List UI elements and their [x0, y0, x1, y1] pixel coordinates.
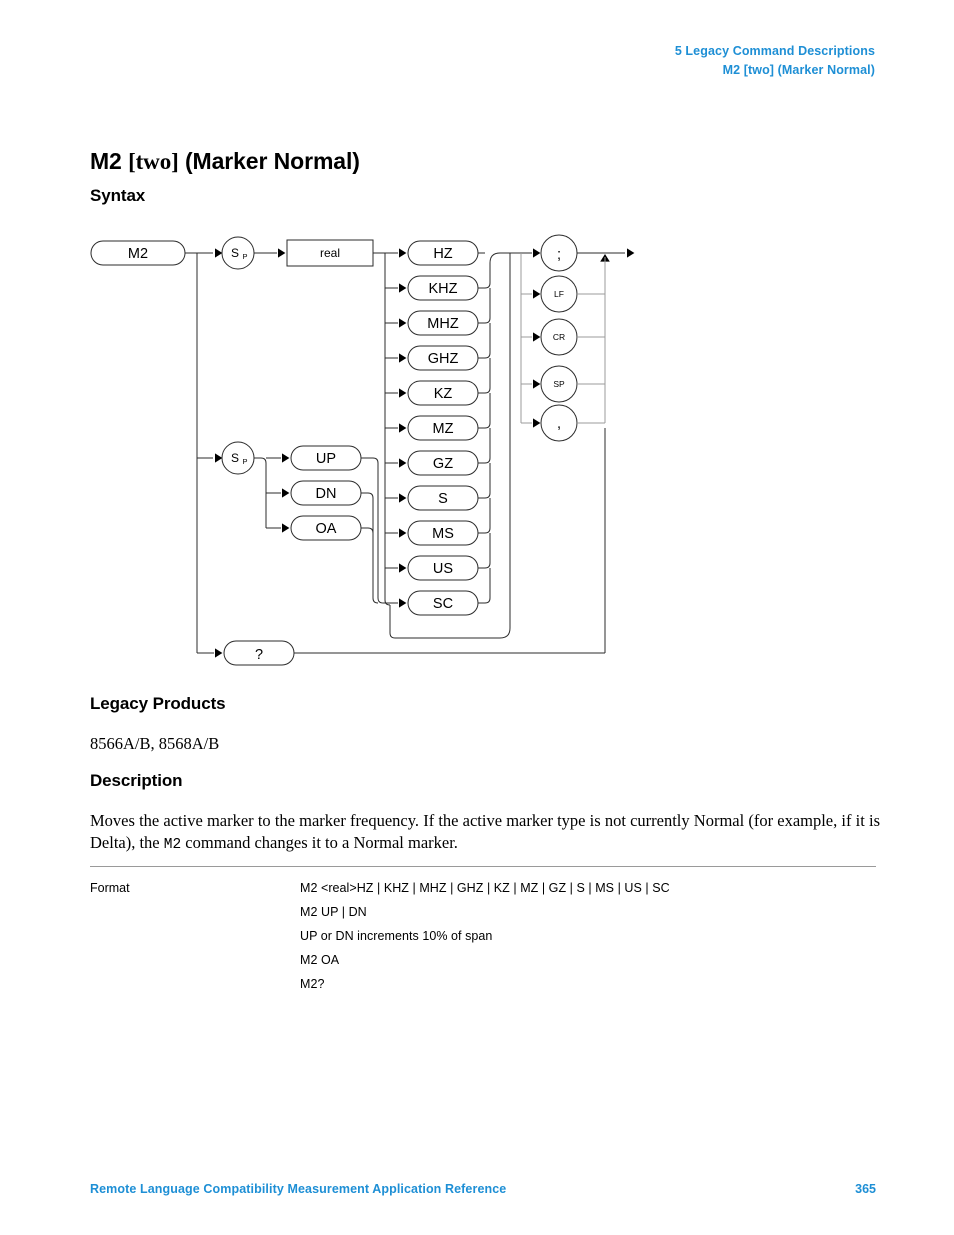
format-line-4: M2?	[300, 977, 325, 991]
diagram-node-step-1-label: DN	[316, 486, 337, 502]
description-text-2: command changes it to a Normal marker.	[181, 833, 458, 852]
diagram-node-unit-7-label: S	[438, 491, 448, 507]
page-footer: Remote Language Compatibility Measuremen…	[90, 1182, 876, 1196]
format-line-1: M2 UP | DN	[300, 905, 367, 919]
format-row: Format M2 <real>HZ | KHZ | MHZ | GHZ | K…	[90, 876, 876, 996]
diagram-node-space-1-label: S	[231, 246, 239, 260]
diagram-node-query-label: ?	[255, 647, 263, 663]
diagram-node-unit-2-label: MHZ	[427, 316, 459, 332]
diagram-node-unit-5-label: MZ	[433, 421, 454, 437]
format-line-2: UP or DN increments 10% of span	[300, 929, 493, 943]
diagram-node-space-2-subscript: P	[242, 457, 247, 466]
description-paragraph: Moves the active marker to the marker fr…	[90, 810, 880, 856]
page-title-command: M2	[90, 148, 122, 175]
page-title-alias: [two]	[128, 149, 179, 175]
page-title: M2 [two] (Marker Normal)	[90, 148, 360, 175]
diagram-node-unit-6-label: GZ	[433, 456, 453, 472]
format-label: Format	[90, 881, 130, 895]
diagram-node-start-label: M2	[128, 246, 148, 262]
diagram-node-terminator-0-label: ;	[557, 247, 561, 263]
legacy-products-value: 8566A/B, 8568A/B	[90, 734, 220, 753]
format-line-3: M2 OA	[300, 953, 340, 967]
diagram-node-unit-3-label: GHZ	[428, 351, 459, 367]
diagram-node-unit-1-label: KHZ	[429, 281, 458, 297]
description-heading: Description	[90, 771, 183, 790]
diagram-node-space-1-subscript: P	[242, 252, 247, 261]
diagram-node-unit-8-label: MS	[432, 526, 454, 542]
diagram-node-step-2-label: OA	[316, 521, 337, 537]
running-header: 5 Legacy Command Descriptions M2 [two] (…	[675, 42, 875, 80]
diagram-node-unit-9-label: US	[433, 561, 453, 577]
diagram-node-terminator-1-label: LF	[554, 289, 564, 299]
diagram-node-step-0-label: UP	[316, 451, 336, 467]
document-page: 5 Legacy Command Descriptions M2 [two] (…	[0, 0, 954, 1235]
legacy-products-heading: Legacy Products	[90, 694, 226, 713]
syntax-railroad-diagram: M2 S P real S P UP DN OA ? HZ KHZ MHZ GH…	[85, 228, 645, 678]
diagram-node-unit-4-label: KZ	[434, 386, 453, 402]
header-chapter-line: 5 Legacy Command Descriptions	[674, 44, 875, 58]
diagram-node-terminator-3-label: SP	[553, 379, 565, 389]
diagram-node-space-2-label: S	[231, 451, 239, 465]
format-values: M2 <real>HZ | KHZ | MHZ | GHZ | KZ | MZ …	[300, 876, 876, 996]
page-title-longname: (Marker Normal)	[184, 148, 360, 175]
header-topic-line: M2 [two] (Marker Normal)	[722, 63, 875, 77]
syntax-heading: Syntax	[90, 186, 146, 205]
diagram-unit-rows: KHZ MHZ GHZ KZ MZ GZ S MS US SC	[385, 252, 501, 616]
diagram-node-terminator-2-label: CR	[553, 332, 565, 342]
diagram-node-unit-10-label: SC	[433, 596, 453, 612]
diagram-node-real-label: real	[320, 246, 340, 260]
diagram-node-unit-0-label: HZ	[433, 246, 452, 262]
format-table: Format M2 <real>HZ | KHZ | MHZ | GHZ | K…	[90, 866, 876, 996]
footer-title: Remote Language Compatibility Measuremen…	[90, 1182, 507, 1196]
format-line-0: M2 <real>HZ | KHZ | MHZ | GHZ | KZ | MZ …	[300, 881, 670, 895]
description-command-token: M2	[163, 837, 182, 853]
footer-page-number: 365	[855, 1182, 876, 1196]
diagram-node-terminator-4-label: ,	[557, 416, 561, 432]
